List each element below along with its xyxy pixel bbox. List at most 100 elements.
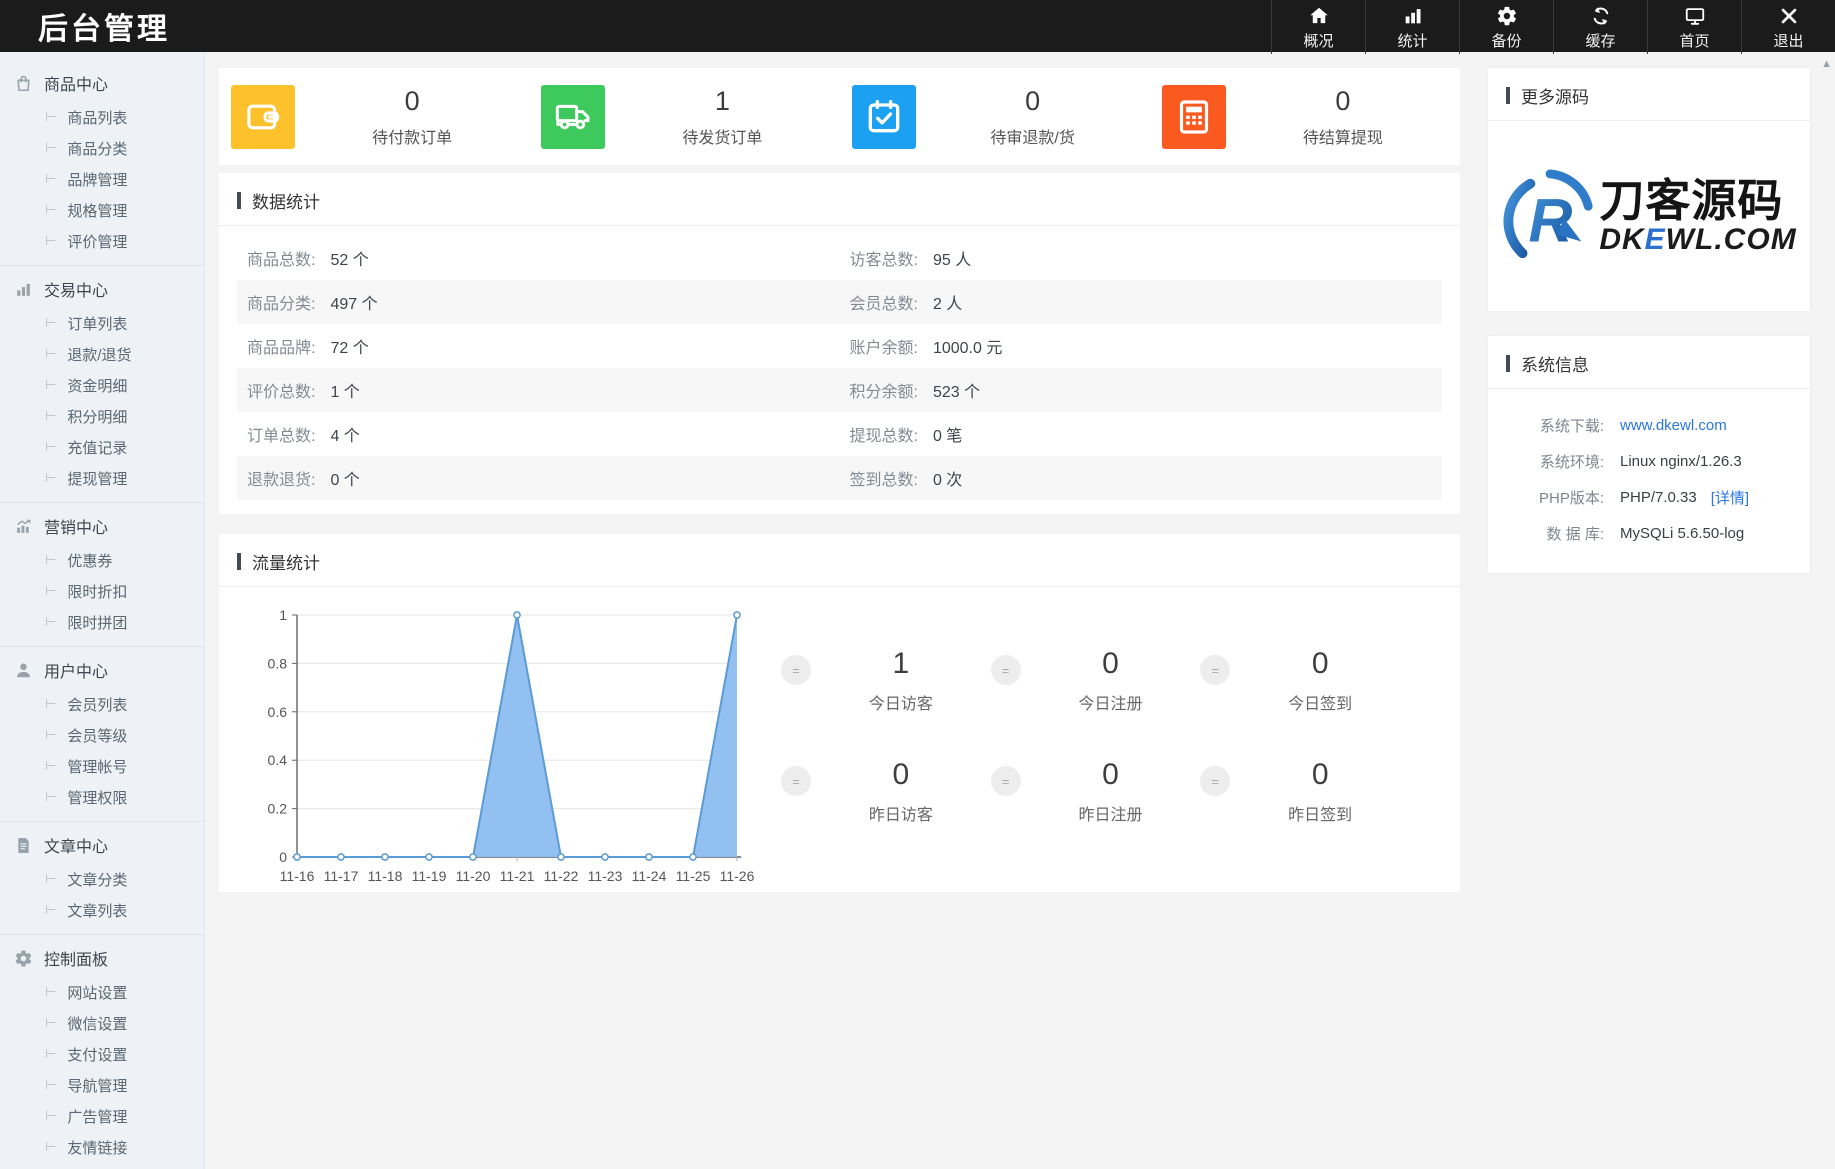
sidebar-section-label: 商品中心: [44, 71, 108, 95]
sidebar-item-spec-manage[interactable]: ⊢规格管理: [0, 195, 204, 226]
sidebar-item-review-manage[interactable]: ⊢评价管理: [0, 226, 204, 257]
card-text: 0待审退款/货: [916, 86, 1150, 148]
sidebar-section-header-goods-center[interactable]: 商品中心: [0, 64, 204, 102]
card-pending-refund[interactable]: 0待审退款/货: [840, 68, 1150, 165]
scrollbar-up-arrow[interactable]: ▲: [1821, 58, 1832, 70]
sidebar: 商品中心⊢商品列表⊢商品分类⊢品牌管理⊢规格管理⊢评价管理交易中心⊢订单列表⊢退…: [0, 52, 205, 1169]
svg-text:0.2: 0.2: [268, 801, 288, 817]
sidebar-item-label: 管理帐号: [67, 756, 127, 777]
branch-icon: ⊢: [45, 1016, 56, 1031]
sidebar-item-order-list[interactable]: ⊢订单列表: [0, 308, 204, 339]
user-icon: [14, 661, 33, 680]
stat-cell: 商品总数:52 个: [237, 246, 840, 270]
stat-value: 0 个: [330, 466, 359, 490]
sidebar-section-header-control-panel[interactable]: 控制面板: [0, 939, 204, 977]
more-source-title: 更多源码: [1521, 83, 1589, 108]
sidebar-item-article-category[interactable]: ⊢文章分类: [0, 864, 204, 895]
stat-label: 提现总数:: [850, 422, 918, 446]
sidebar-item-flash-group[interactable]: ⊢限时拼团: [0, 607, 204, 638]
chart-icon: [14, 280, 33, 299]
flow-stat-label: 昨日签到: [1230, 801, 1410, 825]
equals-icon: =: [1200, 655, 1230, 685]
flow-stat-label: 今日访客: [811, 690, 991, 714]
stat-label: 商品品牌:: [247, 334, 315, 358]
traffic-stats-header: 流量统计: [219, 534, 1460, 587]
system-info-detail-link[interactable]: [详情]: [1711, 487, 1749, 508]
more-source-card: 更多源码 R: [1488, 68, 1810, 311]
card-label: 待发货订单: [605, 124, 839, 148]
right-column: 更多源码 R: [1488, 68, 1810, 1169]
stat-cell: 评价总数:1 个: [237, 378, 840, 402]
sidebar-item-site-settings[interactable]: ⊢网站设置: [0, 977, 204, 1008]
sidebar-item-fund-detail[interactable]: ⊢资金明细: [0, 370, 204, 401]
sidebar-section-header-user-center[interactable]: 用户中心: [0, 651, 204, 689]
stat-cell: 访客总数:95 人: [840, 246, 1443, 270]
sidebar-section-user-center: 用户中心⊢会员列表⊢会员等级⊢管理帐号⊢管理权限: [0, 647, 204, 822]
branch-icon: ⊢: [45, 471, 56, 486]
branch-icon: ⊢: [45, 697, 56, 712]
sidebar-item-payment-settings[interactable]: ⊢支付设置: [0, 1039, 204, 1070]
svg-text:11-17: 11-17: [324, 868, 359, 884]
system-info-label: PHP版本:: [1508, 487, 1604, 508]
branch-icon: ⊢: [45, 584, 56, 599]
nav-item-stats[interactable]: 统计: [1365, 0, 1459, 54]
sidebar-item-wechat-settings[interactable]: ⊢微信设置: [0, 1008, 204, 1039]
branch-icon: ⊢: [45, 615, 56, 630]
system-info-card: 系统信息 系统下载:www.dkewl.com系统环境:Linux nginx/…: [1488, 336, 1810, 573]
sidebar-section-label: 控制面板: [44, 946, 108, 970]
sidebar-item-points-detail[interactable]: ⊢积分明细: [0, 401, 204, 432]
card-value: 1: [605, 86, 839, 117]
stat-label: 退款退货:: [247, 466, 315, 490]
sidebar-item-member-list[interactable]: ⊢会员列表: [0, 689, 204, 720]
sidebar-item-goods-category[interactable]: ⊢商品分类: [0, 133, 204, 164]
flow-stat-value: 0: [1021, 647, 1201, 681]
wallet-icon: [231, 85, 295, 149]
flow-stat-label: 今日注册: [1021, 690, 1201, 714]
sidebar-item-label: 限时折扣: [67, 581, 127, 602]
flow-stat-label: 昨日注册: [1021, 801, 1201, 825]
sidebar-item-withdraw-manage[interactable]: ⊢提现管理: [0, 463, 204, 494]
sidebar-section-header-trade-center[interactable]: 交易中心: [0, 270, 204, 308]
sidebar-item-admin-permission[interactable]: ⊢管理权限: [0, 782, 204, 813]
nav-item-cache[interactable]: 缓存: [1553, 0, 1647, 54]
sidebar-item-nav-manage[interactable]: ⊢导航管理: [0, 1070, 204, 1101]
nav-item-overview[interactable]: 概况: [1271, 0, 1365, 54]
sidebar-section-header-article-center[interactable]: 文章中心: [0, 826, 204, 864]
sidebar-item-brand-manage[interactable]: ⊢品牌管理: [0, 164, 204, 195]
stat-value: 1000.0 元: [933, 334, 1002, 358]
sidebar-item-refund-return[interactable]: ⊢退款/退货: [0, 339, 204, 370]
branch-icon: ⊢: [45, 903, 56, 918]
sidebar-section-goods-center: 商品中心 ⊢商品列表⊢商品分类⊢品牌管理⊢规格管理⊢评价管理: [0, 60, 204, 266]
card-pending-payment[interactable]: 0待付款订单: [219, 68, 529, 165]
svg-text:0: 0: [279, 849, 287, 865]
branch-icon: ⊢: [45, 347, 56, 362]
home-icon: [1308, 5, 1330, 27]
system-info-value-link[interactable]: www.dkewl.com: [1620, 417, 1727, 434]
nav-item-backup[interactable]: 备份: [1459, 0, 1553, 54]
sidebar-item-flash-discount[interactable]: ⊢ 限时折扣: [0, 576, 204, 607]
sidebar-item-coupon[interactable]: ⊢优惠券: [0, 545, 204, 576]
dkewl-logo[interactable]: R 刀客源码 DKEWL.COM: [1488, 121, 1810, 311]
equals-icon: =: [781, 655, 811, 685]
branch-icon: ⊢: [45, 409, 56, 424]
sidebar-item-recharge-record[interactable]: ⊢充值记录: [0, 432, 204, 463]
traffic-stats-title: 流量统计: [252, 549, 320, 574]
card-pending-shipment[interactable]: 1 待发货订单: [529, 68, 839, 165]
sidebar-item-friend-links[interactable]: ⊢友情链接: [0, 1132, 204, 1163]
stat-row: 商品品牌:72 个账户余额:1000.0 元: [237, 324, 1442, 368]
sidebar-item-member-level[interactable]: ⊢会员等级: [0, 720, 204, 751]
sidebar-item-article-list[interactable]: ⊢文章列表: [0, 895, 204, 926]
data-stats-header: 数据统计: [219, 173, 1460, 226]
sidebar-section-header-marketing-center[interactable]: 营销中心: [0, 507, 204, 545]
sidebar-section-marketing-center: 营销中心⊢优惠券 ⊢ 限时折扣 ⊢限时拼团: [0, 503, 204, 647]
sidebar-item-goods-list[interactable]: ⊢商品列表: [0, 102, 204, 133]
stat-label: 签到总数:: [850, 466, 918, 490]
sidebar-item-admin-account[interactable]: ⊢管理帐号: [0, 751, 204, 782]
nav-item-logout[interactable]: 退出: [1741, 0, 1835, 54]
card-pending-settlement[interactable]: 0待结算提现: [1150, 68, 1460, 165]
sidebar-item-ad-manage[interactable]: ⊢广告管理: [0, 1101, 204, 1132]
stat-cell: 退款退货: 0 个: [237, 466, 840, 490]
nav-item-homepage[interactable]: 首页: [1647, 0, 1741, 54]
flow-stat-today-visitors: =1今日访客: [781, 647, 991, 714]
sidebar-item-label: 订单列表: [67, 313, 127, 334]
